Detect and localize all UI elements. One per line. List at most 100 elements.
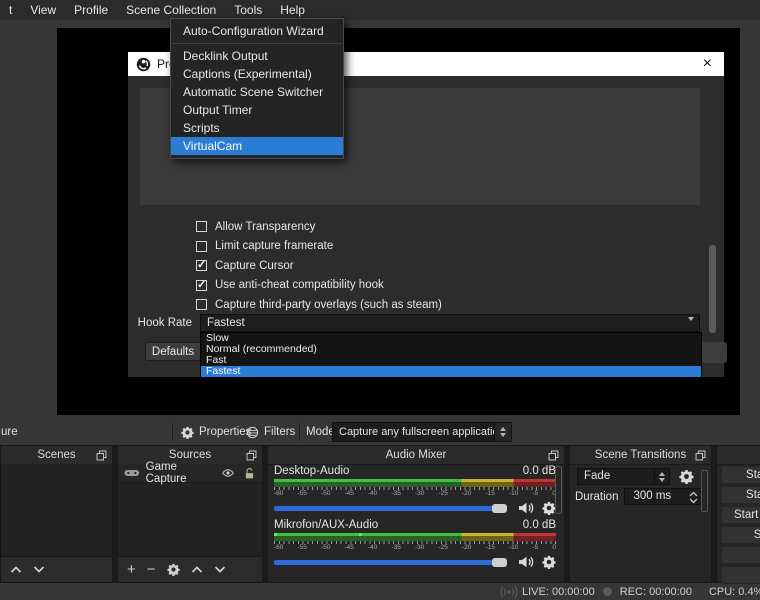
toolbar-separator <box>299 423 300 441</box>
menu-bar-item[interactable]: Tools <box>225 0 271 20</box>
scenes-toolbar <box>1 556 112 582</box>
sources-toolbar: + − <box>118 556 262 582</box>
channel-gear-icon[interactable] <box>542 555 556 569</box>
control-button[interactable]: Start Streaming <box>721 466 760 484</box>
meter-tick-label: -20 <box>462 490 471 498</box>
volume-slider-track[interactable] <box>274 560 496 565</box>
speaker-icon[interactable] <box>518 555 535 569</box>
filters-icon <box>246 426 259 439</box>
channel-name: Desktop-Audio <box>274 465 349 478</box>
tools-menu-item[interactable]: Decklink Output <box>171 47 343 65</box>
control-button[interactable]: Exit <box>721 566 760 584</box>
transition-gear-icon[interactable] <box>679 469 694 484</box>
speaker-icon[interactable] <box>518 501 535 515</box>
add-source-button[interactable]: + <box>127 562 136 577</box>
properties-button[interactable]: Properties <box>181 423 251 441</box>
mixer-scrollbar[interactable] <box>555 466 562 514</box>
meter-tick-label: -15 <box>486 490 495 498</box>
meter-tick-label: -60 <box>274 544 283 552</box>
checkbox-row[interactable]: Use anti-cheat compatibility hook <box>196 276 442 296</box>
lock-open-icon[interactable] <box>243 467 256 480</box>
volume-meter: -60-55-50-45-40-35-30-25-20-15-10-50 <box>274 479 556 498</box>
duration-value: 300 ms <box>633 490 671 502</box>
gear-icon <box>181 426 194 439</box>
mode-value: Capture any fullscreen application <box>333 426 494 438</box>
dialog-scrollbar[interactable] <box>709 245 716 333</box>
scenes-panel-header: Scenes <box>1 446 112 465</box>
dropdown-option[interactable]: Normal (recommended) <box>201 344 701 355</box>
tools-menu-item[interactable]: Captions (Experimental) <box>171 65 343 83</box>
checkbox[interactable] <box>196 280 207 291</box>
eye-icon[interactable] <box>221 467 235 479</box>
source-properties-gear-icon[interactable] <box>167 563 180 576</box>
chevron-updown-icon <box>494 423 511 441</box>
checkbox-row[interactable]: Capture third-party overlays (such as st… <box>196 295 442 315</box>
tools-menu-item[interactable]: Automatic Scene Switcher <box>171 83 343 101</box>
scenes-list[interactable] <box>1 464 112 557</box>
move-up-icon[interactable] <box>10 565 22 574</box>
control-button[interactable]: Studio Mode <box>721 526 760 544</box>
spinner-arrows-icon[interactable] <box>689 491 698 504</box>
checkbox-row[interactable]: Limit capture framerate <box>196 237 442 257</box>
checkbox[interactable] <box>196 260 207 271</box>
dropdown-option[interactable]: Fastest <box>201 366 701 377</box>
checkbox[interactable] <box>196 299 207 310</box>
volume-slider-handle[interactable] <box>492 558 507 567</box>
dock-area: Scenes Sources Game Capture <box>0 445 760 583</box>
checkbox-label: Allow Transparency <box>215 221 315 233</box>
close-icon[interactable]: × <box>703 56 716 72</box>
menu-bar-item[interactable]: t <box>0 0 21 20</box>
checkbox[interactable] <box>196 241 207 252</box>
transition-row: Fade <box>577 468 694 485</box>
remove-source-button[interactable]: − <box>147 562 156 577</box>
transitions-title: Scene Transitions <box>595 449 686 461</box>
dropdown-option[interactable]: Fast <box>201 355 701 366</box>
mixer-channel: Desktop-Audio 0.0 dB -60-55-50-45-40-35 <box>274 465 556 515</box>
move-down-icon[interactable] <box>33 565 45 574</box>
move-down-icon[interactable] <box>214 565 226 574</box>
tools-menu-item[interactable]: Output Timer <box>171 101 343 119</box>
meter-tick-label: -5 <box>533 544 539 552</box>
scenes-panel: Scenes <box>0 445 113 583</box>
record-dot-icon <box>603 587 612 596</box>
duration-spinner[interactable]: 300 ms <box>624 488 702 505</box>
scenes-panel-title: Scenes <box>37 449 75 461</box>
popout-icon[interactable] <box>547 449 560 462</box>
properties-button-label: Properties <box>199 426 251 438</box>
filters-button[interactable]: Filters <box>246 423 295 441</box>
tools-menu-item[interactable]: Scripts <box>171 119 343 137</box>
volume-slider-track[interactable] <box>274 506 496 511</box>
transitions-scrollbar[interactable] <box>701 470 708 512</box>
control-button[interactable]: Start Recording <box>721 486 760 504</box>
chevron-updown-icon[interactable] <box>655 468 670 485</box>
checkbox[interactable] <box>196 221 207 232</box>
popout-icon[interactable] <box>95 449 108 462</box>
popout-icon[interactable] <box>245 449 258 462</box>
volume-slider-handle[interactable] <box>492 504 507 513</box>
control-button[interactable]: Settings <box>721 546 760 564</box>
transition-select[interactable]: Fade <box>577 468 655 485</box>
checkbox-row[interactable]: Allow Transparency <box>196 217 442 237</box>
tools-menu-item[interactable]: VirtualCam <box>171 137 343 155</box>
menu-bar-item[interactable]: Help <box>271 0 314 20</box>
meter-tick-label: -55 <box>298 544 307 552</box>
meter-tick-label: -25 <box>439 490 448 498</box>
hook-rate-select[interactable]: Fastest <box>200 314 700 332</box>
checkbox-row[interactable]: Capture Cursor <box>196 256 442 276</box>
menu-bar-item[interactable]: View <box>21 0 65 20</box>
move-up-icon[interactable] <box>191 565 203 574</box>
channel-gear-icon[interactable] <box>542 501 556 515</box>
defaults-button[interactable]: Defaults <box>145 342 201 361</box>
tools-menu-item[interactable]: Auto-Configuration Wizard <box>171 22 343 40</box>
control-button[interactable]: Start Virtual Camera <box>721 506 760 524</box>
mode-select[interactable]: Capture any fullscreen application <box>332 422 512 442</box>
menu-bar-item[interactable]: Profile <box>65 0 117 20</box>
audio-mixer-header: Audio Mixer <box>268 446 564 465</box>
popout-icon[interactable] <box>694 449 707 462</box>
meter-tick-label: 0 <box>552 544 556 552</box>
meter-tick-label: -20 <box>462 544 471 552</box>
source-row[interactable]: Game Capture <box>118 464 262 483</box>
menu-bar-item[interactable]: Scene Collection <box>117 0 225 20</box>
checkbox-label: Capture third-party overlays (such as st… <box>215 299 442 311</box>
menu-separator <box>172 43 342 44</box>
